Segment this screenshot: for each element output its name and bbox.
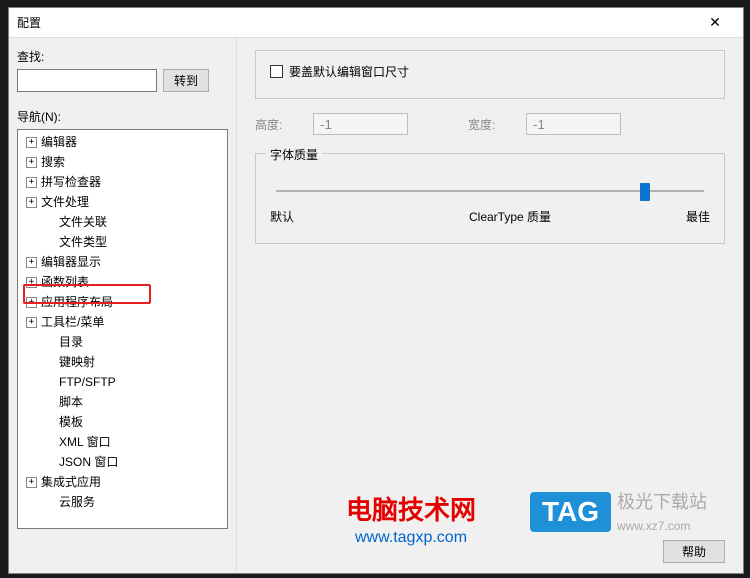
expand-icon[interactable]: + [26, 137, 37, 148]
titlebar: 配置 ✕ [9, 8, 743, 38]
tree-item[interactable]: 键映射 [18, 352, 227, 372]
tree-item[interactable]: + 编辑器显示 [18, 252, 227, 272]
tree-item-label: JSON 窗口 [59, 453, 118, 471]
tree-item[interactable]: + 应用程序布局 [18, 292, 227, 312]
tree-item-label: 函数列表 [41, 273, 89, 291]
tree-item[interactable]: 文件类型 [18, 232, 227, 252]
tree-item-label: 目录 [59, 333, 83, 351]
help-button[interactable]: 帮助 [663, 540, 725, 563]
tree-item-label: 搜索 [41, 153, 65, 171]
height-label: 高度: [255, 116, 303, 133]
left-panel: 查找: 转到 导航(N): + 编辑器 + 搜索 + 拼写检查器 + 文件处理文件关联文件类型… [9, 38, 237, 573]
height-input[interactable] [313, 113, 408, 135]
find-label: 查找: [17, 48, 228, 65]
slider-labels: 默认 ClearType 质量 最佳 [270, 208, 710, 225]
tree-item[interactable]: + 搜索 [18, 152, 227, 172]
expand-icon[interactable]: + [26, 197, 37, 208]
font-quality-group: 字体质量 默认 ClearType 质量 最佳 [255, 153, 725, 244]
find-row: 转到 [17, 69, 228, 92]
tree-item-label: 文件关联 [59, 213, 107, 231]
tree-item-label: XML 窗口 [59, 433, 111, 451]
tree-item-label: 应用程序布局 [41, 293, 113, 311]
tree-item-label: 拼写检查器 [41, 173, 101, 191]
dialog-content: 查找: 转到 导航(N): + 编辑器 + 搜索 + 拼写检查器 + 文件处理文件关联文件类型… [9, 38, 743, 573]
tree-item-label: 编辑器显示 [41, 253, 101, 271]
tree-item[interactable]: XML 窗口 [18, 432, 227, 452]
tree-item[interactable]: + 工具栏/菜单 [18, 312, 227, 332]
config-dialog: 配置 ✕ 查找: 转到 导航(N): + 编辑器 + 搜索 + 拼写检查器 + 文件处理文件关… [8, 7, 744, 574]
tree-item-label: 模板 [59, 413, 83, 431]
override-checkbox-label: 要盖默认编辑窗口尺寸 [289, 63, 409, 80]
tree-item[interactable]: 目录 [18, 332, 227, 352]
tree-item[interactable]: + 文件处理 [18, 192, 227, 212]
width-label: 宽度: [468, 116, 516, 133]
tree-item-label: 编辑器 [41, 133, 77, 151]
tree-item-label: 文件处理 [41, 193, 89, 211]
tree-item-label: 工具栏/菜单 [41, 313, 104, 331]
tree-item[interactable]: + 编辑器 [18, 132, 227, 152]
expand-icon[interactable]: + [26, 157, 37, 168]
right-panel: 要盖默认编辑窗口尺寸 高度: 宽度: 字体质量 默认 ClearType 质量 [237, 38, 743, 573]
slider-label-default: 默认 [270, 208, 294, 225]
override-checkbox-row[interactable]: 要盖默认编辑窗口尺寸 [270, 63, 710, 80]
tree-item-label: 键映射 [59, 353, 95, 371]
font-quality-title: 字体质量 [266, 146, 322, 163]
tree-item[interactable]: FTP/SFTP [18, 372, 227, 392]
slider-thumb-icon [640, 183, 650, 201]
close-button[interactable]: ✕ [695, 9, 735, 37]
close-icon: ✕ [709, 14, 721, 31]
nav-label: 导航(N): [17, 108, 228, 125]
expand-icon[interactable]: + [26, 477, 37, 488]
goto-button[interactable]: 转到 [163, 69, 209, 92]
expand-icon[interactable]: + [26, 277, 37, 288]
tree-item-label: 集成式应用 [41, 473, 101, 491]
tree-item[interactable]: 云服务 [18, 492, 227, 512]
tree-item-label: 文件类型 [59, 233, 107, 251]
tree-item[interactable]: 脚本 [18, 392, 227, 412]
expand-icon[interactable]: + [26, 257, 37, 268]
override-group: 要盖默认编辑窗口尺寸 [255, 50, 725, 99]
checkbox-icon [270, 65, 283, 78]
tree-item-label: FTP/SFTP [59, 373, 116, 391]
window-title: 配置 [17, 14, 695, 31]
slider-label-best: 最佳 [686, 208, 710, 225]
tree-item[interactable]: + 集成式应用 [18, 472, 227, 492]
expand-icon[interactable]: + [26, 177, 37, 188]
tree-item[interactable]: + 函数列表 [18, 272, 227, 292]
expand-icon[interactable]: + [26, 297, 37, 308]
tree-item[interactable]: 模板 [18, 412, 227, 432]
slider-label-cleartype: ClearType 质量 [294, 208, 686, 225]
font-quality-slider[interactable] [276, 190, 704, 192]
tree-item-label: 云服务 [59, 493, 95, 511]
width-input[interactable] [526, 113, 621, 135]
dimensions-row: 高度: 宽度: [255, 113, 725, 135]
tree-item[interactable]: 文件关联 [18, 212, 227, 232]
tree-item[interactable]: JSON 窗口 [18, 452, 227, 472]
nav-tree[interactable]: + 编辑器 + 搜索 + 拼写检查器 + 文件处理文件关联文件类型 + 编辑器显示 + 函数列表 + 应用… [17, 129, 228, 529]
find-input[interactable] [17, 69, 157, 92]
tree-item-label: 脚本 [59, 393, 83, 411]
tree-item[interactable]: + 拼写检查器 [18, 172, 227, 192]
expand-icon[interactable]: + [26, 317, 37, 328]
